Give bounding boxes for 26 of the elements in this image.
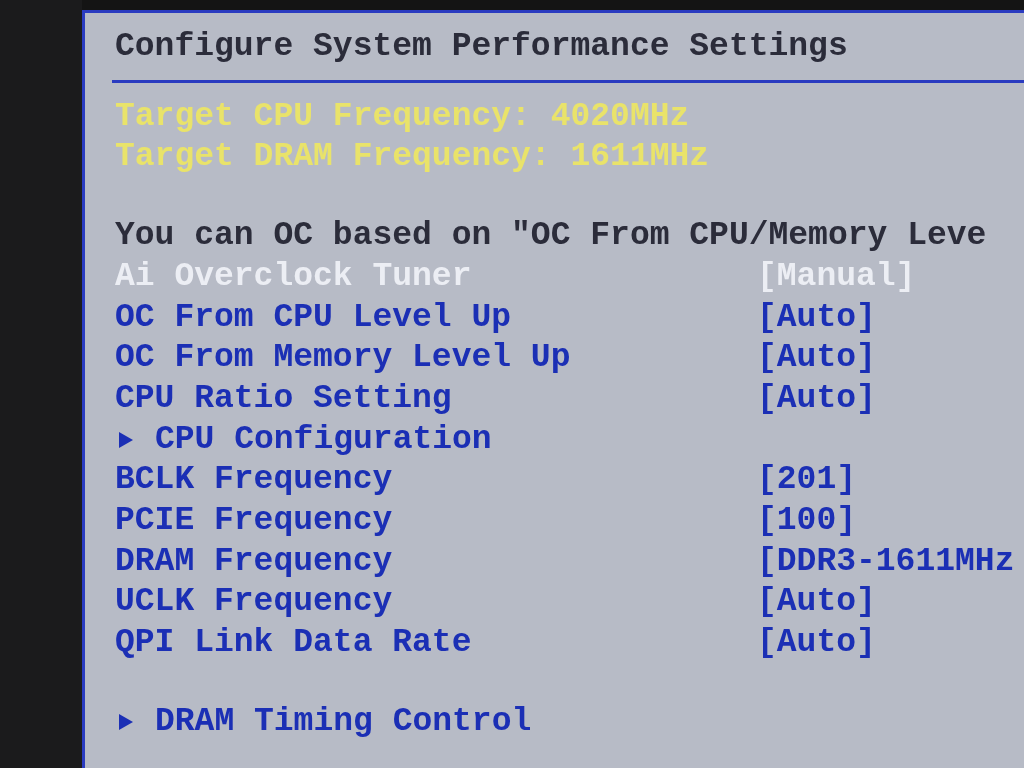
- setting-value[interactable]: [201]: [757, 460, 857, 502]
- submenu-item[interactable]: CPU Configuration: [115, 419, 757, 461]
- setting-label[interactable]: BCLK Frequency: [115, 460, 757, 502]
- setting-value[interactable]: [DDR3-1611MHz: [757, 541, 1015, 583]
- notice-text: You can OC based on "OC From CPU/Memory Leve: [115, 216, 988, 257]
- setting-value[interactable]: [Auto]: [757, 623, 876, 664]
- setting-value[interactable]: [Auto]: [757, 338, 876, 379]
- target-frequency: Target CPU Frequency: 4020MHz: [115, 96, 691, 137]
- setting-value[interactable]: [100]: [757, 501, 857, 542]
- target-frequency: Target DRAM Frequency: 1611MHz: [115, 137, 711, 178]
- setting-value[interactable]: [Auto]: [757, 378, 876, 420]
- triangle-icon: [117, 712, 135, 733]
- triangle-icon: [117, 429, 135, 450]
- setting-label[interactable]: PCIE Frequency: [115, 501, 757, 542]
- submenu-item[interactable]: DRAM Timing Control: [115, 701, 757, 743]
- page-title: Configure System Performance Settings: [115, 27, 849, 67]
- setting-label[interactable]: OC From Memory Level Up: [115, 338, 757, 379]
- submenu-label: DRAM Timing Control: [155, 701, 532, 742]
- setting-label[interactable]: DRAM Frequency: [115, 541, 757, 583]
- setting-label[interactable]: CPU Ratio Setting: [115, 378, 757, 420]
- setting-label[interactable]: UCLK Frequency: [115, 582, 757, 624]
- setting-value[interactable]: [Auto]: [757, 297, 876, 339]
- setting-label[interactable]: OC From CPU Level Up: [115, 297, 757, 339]
- setting-value[interactable]: [Auto]: [757, 582, 876, 624]
- submenu-label: CPU Configuration: [155, 419, 492, 460]
- setting-label[interactable]: QPI Link Data Rate: [115, 623, 757, 664]
